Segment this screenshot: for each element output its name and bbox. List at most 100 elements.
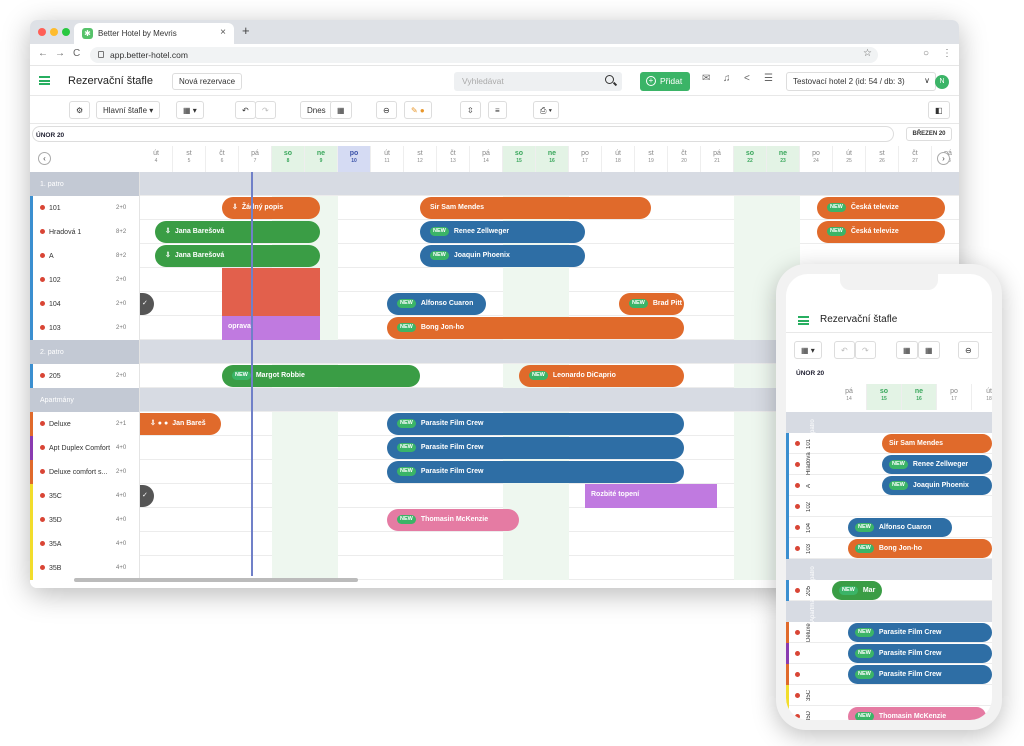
status-dot-icon [40, 229, 45, 234]
reservation-bar[interactable]: NEW Joaquin Phoenix [420, 245, 585, 267]
reload-icon[interactable]: C [73, 48, 80, 59]
new-badge: NEW [397, 467, 416, 476]
maintenance-block[interactable]: Rozbité topení [585, 484, 717, 508]
phone-calendar-icon[interactable]: ▦ [918, 341, 940, 359]
new-reservation-button[interactable]: Nová rezervace [172, 73, 243, 90]
close-window-button[interactable] [38, 28, 46, 36]
phone-reservation-bar[interactable]: NEW Parasite Film Crew [848, 623, 992, 642]
room-name-cell[interactable]: 35A 4+0 [30, 532, 140, 556]
next-arrow-icon[interactable]: › [937, 152, 950, 165]
phone-reservation-bar[interactable]: NEW Parasite Film Crew [848, 644, 992, 663]
prev-arrow-icon[interactable]: ‹ [38, 152, 51, 165]
phone-reservation-bar[interactable]: NEW Thomasin McKenzie [848, 707, 986, 720]
reservation-bar[interactable]: NEW Alfonso Cuaron [387, 293, 486, 315]
add-button[interactable]: + Přidat [640, 72, 690, 91]
out-of-order-block[interactable] [222, 292, 320, 316]
room-name-cell[interactable]: 104 2+0 [30, 292, 140, 316]
back-icon[interactable]: ← [38, 48, 48, 59]
bookmark-star-icon[interactable]: ☆ [863, 48, 872, 59]
calendar-select[interactable]: ▦ ▾ [176, 101, 204, 119]
horizontal-scrollbar[interactable] [74, 578, 358, 582]
view-select[interactable]: Hlavní štafle ▾ [96, 101, 161, 119]
vertical-expand-icon[interactable]: ⇳ [460, 101, 481, 119]
out-of-order-block[interactable] [222, 268, 320, 292]
search-input[interactable]: Vyhledávat [454, 72, 622, 91]
reservation-bar[interactable]: NEW Renee Zellweger [420, 221, 585, 243]
minimize-window-button[interactable] [50, 28, 58, 36]
phone-calendar-select[interactable]: ▦ ▾ [794, 341, 822, 359]
chat-icon[interactable]: ☰ [764, 73, 773, 84]
month-label-right[interactable]: BŘEZEN 20 [906, 127, 952, 141]
reservation-bar[interactable]: NEW Leonardo DiCaprio [519, 365, 684, 387]
maximize-window-button[interactable] [62, 28, 70, 36]
room-color-strip [786, 622, 789, 643]
reservation-bar[interactable]: Sir Sam Mendes [420, 197, 651, 219]
hamburger-menu-icon[interactable] [39, 76, 50, 85]
phone-reservation-bar[interactable]: NEW Alfonso Cuaron [848, 518, 952, 537]
phone-reservation-bar[interactable]: Sir Sam Mendes [882, 434, 992, 453]
share-icon[interactable]: < [744, 73, 750, 84]
phone-today-icon[interactable]: ▦ [896, 341, 918, 359]
url-field[interactable]: app.better-hotel.com ☆ [90, 47, 878, 63]
day-column-header: so 15 [503, 146, 536, 172]
reservation-bar[interactable]: NEW Parasite Film Crew [387, 413, 684, 435]
room-name-cell[interactable]: 101 2+0 [30, 196, 140, 220]
maintenance-block[interactable]: oprava [222, 316, 320, 340]
forward-icon[interactable]: → [55, 48, 65, 59]
room-name-cell[interactable]: Deluxe comfort s... 2+0 [30, 460, 140, 484]
phone-reservation-bar[interactable]: NEW Parasite Film Crew [848, 665, 992, 684]
reservation-bar[interactable]: ⇩ Žádný popis [222, 197, 320, 219]
reservation-guest: Jan Bareš [172, 420, 206, 427]
profile-icon[interactable]: ○ [923, 48, 929, 59]
reservation-bar[interactable]: NEW Česká televize [817, 197, 945, 219]
day-name: st [417, 150, 423, 157]
settings-icon[interactable]: ⚙ [69, 101, 91, 119]
room-name-cell[interactable]: 103 2+0 [30, 316, 140, 340]
mail-icon[interactable]: ✉ [702, 73, 710, 84]
reservation-bar[interactable]: NEW Parasite Film Crew [387, 437, 684, 459]
reservation-bar[interactable]: NEW Brad Pitt [619, 293, 684, 315]
undo-button[interactable]: ↶ [235, 101, 256, 119]
reservation-bar[interactable]: NEW Parasite Film Crew [387, 461, 684, 483]
search-icon[interactable] [605, 75, 614, 84]
bell-icon[interactable]: ♫ [723, 73, 731, 84]
room-name-cell[interactable]: Apt Duplex Comfort 4+0 [30, 436, 140, 460]
browser-menu-icon[interactable]: ⋮ [942, 48, 952, 59]
phone-reservation-bar[interactable]: NEW Mar [832, 581, 882, 600]
room-name-cell[interactable]: Hradová 1 8+2 [30, 220, 140, 244]
room-name-cell[interactable]: 35D 4+0 [30, 508, 140, 532]
room-name-cell[interactable]: Deluxe 2+1 [30, 412, 140, 436]
today-button[interactable]: Dnes [300, 101, 333, 119]
reservation-bar[interactable]: ⇩ Jana Barešová [155, 245, 320, 267]
browser-tab[interactable]: ✱ Better Hotel by Mevris × [74, 23, 234, 44]
reservation-bar[interactable]: NEW Bong Jon-ho [387, 317, 684, 339]
phone-reservation-bar[interactable]: NEW Joaquin Phoenix [882, 476, 992, 495]
reservation-bar[interactable]: NEW Česká televize [817, 221, 945, 243]
room-name-cell[interactable]: 35B 4+0 [30, 556, 140, 580]
new-tab-button[interactable]: + [242, 23, 250, 38]
avatar[interactable]: N [935, 75, 949, 89]
redo-button[interactable]: ↷ [255, 101, 276, 119]
phone-reservation-bar[interactable]: NEW Renee Zellweger [882, 455, 992, 474]
filter-icon[interactable]: ≡ [488, 101, 507, 119]
reservation-bar[interactable]: NEW Thomasin McKenzie [387, 509, 519, 531]
phone-zoom-out-icon[interactable]: ⊖ [958, 341, 979, 359]
side-panel-icon[interactable]: ◧ [928, 101, 950, 119]
hotel-selector[interactable]: Testovací hotel 2 (id: 54 / db: 3) ∨ [786, 72, 936, 91]
paint-icon[interactable]: ✎ ● [404, 101, 432, 119]
phone-hamburger-icon[interactable] [798, 316, 809, 325]
phone-undo-button[interactable]: ↶ [834, 341, 855, 359]
phone-reservation-bar[interactable]: NEW Bong Jon-ho [848, 539, 992, 558]
print-select[interactable]: ⎙ ▾ [533, 101, 559, 119]
reservation-bar[interactable]: ⇩ ● ● Jan Bareš [140, 413, 221, 435]
day-header: út 4st 5 čt 6 pá 7 so 8 ne 9 po 10 út 11st 12 čt 13 pá 14 so… [30, 146, 959, 172]
room-name-cell[interactable]: A 8+2 [30, 244, 140, 268]
reservation-bar[interactable]: ⇩ Jana Barešová [155, 221, 320, 243]
calendar-icon[interactable]: ▦ [330, 101, 352, 119]
room-name-cell[interactable]: 102 2+0 [30, 268, 140, 292]
zoom-out-icon[interactable]: ⊖ [376, 101, 397, 119]
close-tab-icon[interactable]: × [220, 27, 226, 38]
room-name-cell[interactable]: 205 2+0 [30, 364, 140, 388]
phone-redo-button[interactable]: ↷ [855, 341, 876, 359]
room-name-cell[interactable]: 35C 4+0 [30, 484, 140, 508]
